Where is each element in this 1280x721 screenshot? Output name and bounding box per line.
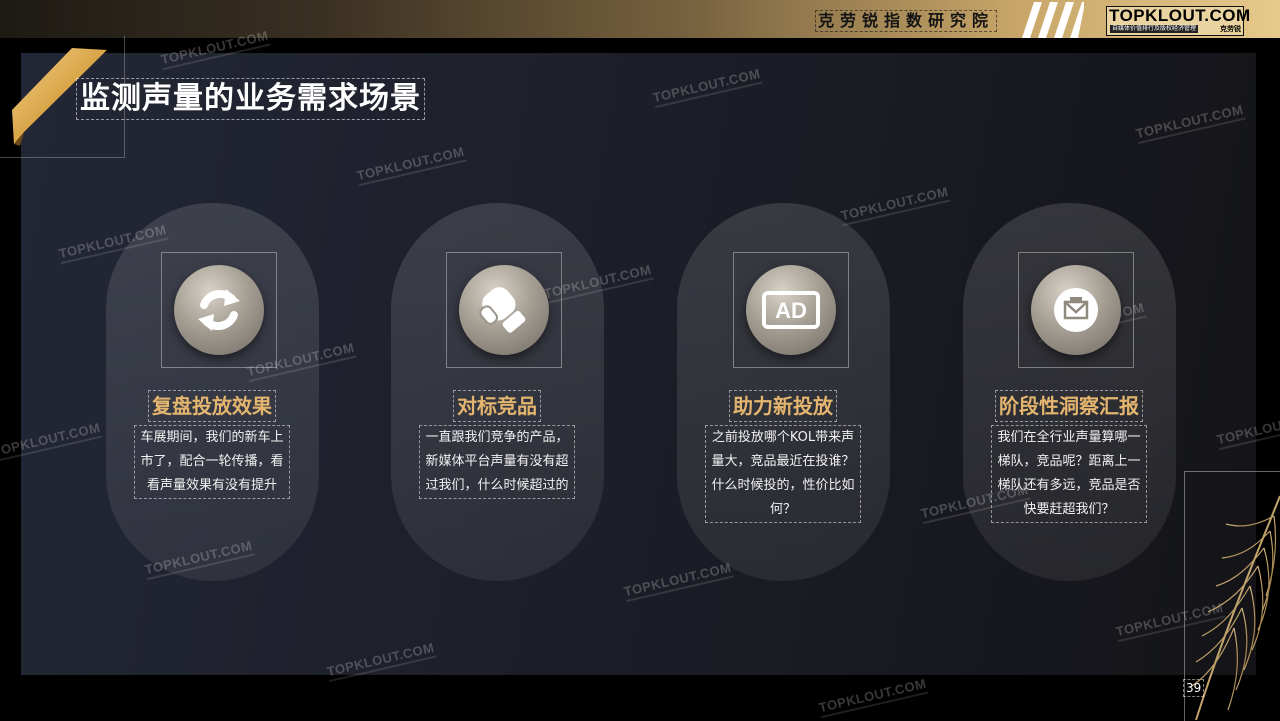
boxing-glove-icon bbox=[459, 265, 549, 355]
brand-logo: TOPKLOUT.COM 自媒体价值排行及版权经济管理 克劳锐 bbox=[1106, 6, 1250, 36]
logo-text: TOPKLOUT.COM bbox=[1109, 6, 1251, 25]
card-title: 阶段性洞察汇报 bbox=[995, 390, 1143, 422]
card-title: 助力新投放 bbox=[729, 390, 837, 422]
page-number: 39 bbox=[1183, 679, 1205, 697]
card-title: 复盘投放效果 bbox=[148, 390, 276, 422]
stripes-decoration bbox=[1022, 2, 1084, 38]
logo-subtitle: 自媒体价值排行及版权经济管理 bbox=[1110, 25, 1199, 33]
svg-text:AD: AD bbox=[775, 298, 807, 323]
icon-frame bbox=[1018, 252, 1134, 368]
card-description: 我们在全行业声量算哪一梯队，竞品呢？距离上一梯队还有多远，竞品是否快要赶超我们？ bbox=[991, 425, 1147, 523]
card-description: 车展期间，我们的新车上市了，配合一轮传播，看看声量效果有没有提升 bbox=[134, 425, 290, 499]
header-bar: 克劳锐指数研究院 TOPKLOUT.COM 自媒体价值排行及版权经济管理 克劳锐 bbox=[0, 0, 1280, 38]
icon-frame bbox=[161, 252, 277, 368]
org-title: 克劳锐指数研究院 bbox=[815, 10, 998, 32]
card-description: 一直跟我们竞争的产品，新媒体平台声量有没有超过我们，什么时候超过的 bbox=[419, 425, 575, 499]
mail-icon bbox=[1031, 265, 1121, 355]
refresh-icon bbox=[174, 265, 264, 355]
page-title: 监测声量的业务需求场景 bbox=[76, 78, 425, 120]
card-description: 之前投放哪个KOL带来声量大，竞品最近在投谁？什么时候投的，性价比如何？ bbox=[705, 425, 861, 523]
watermark: TOPKLOUT.COM bbox=[817, 676, 928, 718]
logo-cn: 克劳锐 bbox=[1220, 25, 1241, 33]
icon-frame bbox=[446, 252, 562, 368]
ad-icon: AD bbox=[746, 265, 836, 355]
icon-frame: AD bbox=[733, 252, 849, 368]
card-title: 对标竞品 bbox=[453, 390, 541, 422]
